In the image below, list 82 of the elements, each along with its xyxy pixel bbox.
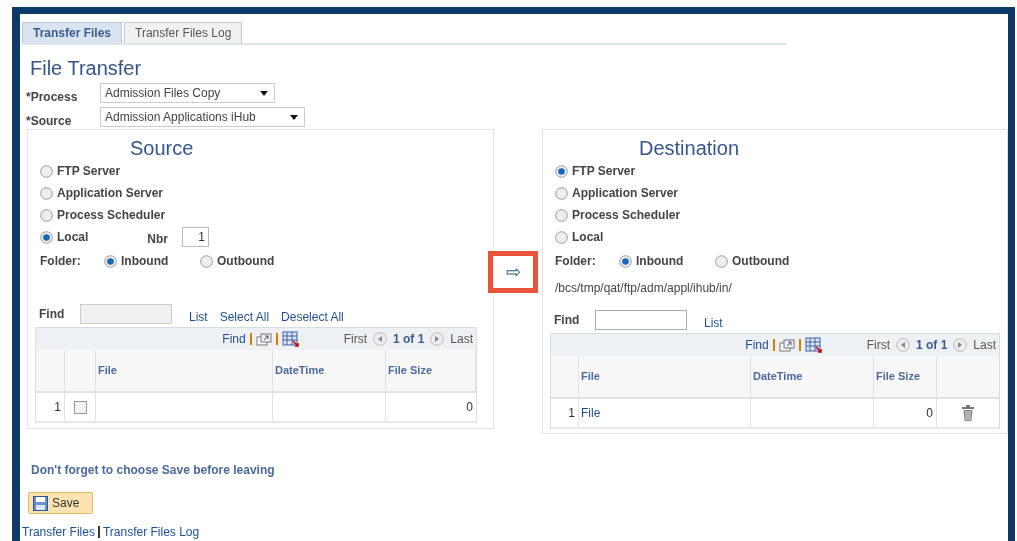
radio-button[interactable] xyxy=(40,230,53,244)
radio-label: Outbound xyxy=(732,253,790,270)
radio-label: FTP Server xyxy=(572,163,636,180)
link[interactable]: Transfer Files xyxy=(22,523,95,541)
folder-path: /bcs/tmp/qat/ftp/adm/appl/ihub/in/ xyxy=(555,280,733,297)
link[interactable]: Deselect All xyxy=(281,308,344,326)
transfer-button[interactable]: ⇨ xyxy=(488,251,538,293)
link[interactable]: Transfer Files Log xyxy=(102,523,200,541)
radio-label: Process Scheduler xyxy=(572,207,681,224)
link[interactable]: Last xyxy=(450,330,473,348)
row-number: 1 xyxy=(54,399,61,416)
column-header: File xyxy=(581,369,600,385)
column-header: File Size xyxy=(388,363,433,379)
field-label: Folder: xyxy=(555,253,597,270)
field-label: Folder: xyxy=(40,253,82,270)
radio-button[interactable] xyxy=(555,208,568,222)
radio-button[interactable] xyxy=(619,254,632,268)
column-header: File Size xyxy=(876,369,921,385)
radio-button[interactable] xyxy=(40,164,53,178)
radio-label: Inbound xyxy=(121,253,169,270)
field-label: *Source xyxy=(26,113,73,130)
link[interactable]: List xyxy=(704,314,723,332)
radio-label: Process Scheduler xyxy=(57,207,166,224)
trash-icon[interactable] xyxy=(962,405,974,421)
radio-button[interactable] xyxy=(555,164,568,178)
link[interactable]: Last xyxy=(973,336,996,354)
save-button[interactable]: Save xyxy=(28,492,93,514)
link[interactable]: Select All xyxy=(219,308,270,326)
column-header: DateTime xyxy=(275,363,325,379)
dropdown[interactable]: Admission Files Copy xyxy=(100,83,275,103)
link[interactable]: List xyxy=(189,308,208,326)
dropdown[interactable]: Admission Applications iHub xyxy=(100,107,305,127)
number-field[interactable]: 1 xyxy=(182,227,209,247)
radio-label: FTP Server xyxy=(57,163,121,180)
previous-icon[interactable] xyxy=(895,338,910,352)
radio-button[interactable] xyxy=(555,230,568,244)
radio-button[interactable] xyxy=(555,186,568,200)
tab[interactable]: Transfer Files xyxy=(22,22,123,43)
radio-button[interactable] xyxy=(715,254,728,268)
reminder-message: Don't forget to choose Save before leaving xyxy=(31,462,276,479)
field-label: *Process xyxy=(26,89,79,106)
radio-label: Application Server xyxy=(572,185,679,202)
field-label: Find xyxy=(554,312,581,329)
checkbox[interactable] xyxy=(73,400,87,414)
page-title: File Transfer xyxy=(30,57,143,79)
radio-button[interactable] xyxy=(104,254,117,268)
field-label: Find xyxy=(39,306,66,323)
link[interactable]: Find xyxy=(745,336,769,354)
radio-label: Local xyxy=(572,229,604,246)
caret-icon[interactable] xyxy=(290,114,298,120)
radio-button[interactable] xyxy=(200,254,213,268)
radio-label: Application Server xyxy=(57,185,164,202)
tab[interactable]: Transfer Files Log xyxy=(124,22,243,43)
table-cell-text: 0 xyxy=(926,405,933,422)
search-field[interactable] xyxy=(595,310,687,330)
next-icon[interactable] xyxy=(430,332,445,346)
link[interactable]: First xyxy=(866,336,890,354)
radio-button[interactable] xyxy=(40,186,53,200)
previous-icon[interactable] xyxy=(372,332,387,346)
radio-label: Local xyxy=(57,229,89,246)
grid-icon[interactable] xyxy=(281,331,300,347)
panel-title: Destination xyxy=(639,137,741,159)
panel-title: Source xyxy=(130,137,195,159)
radio-label: Outbound xyxy=(217,253,275,270)
field-label: Nbr xyxy=(147,231,168,248)
table-cell-text: 0 xyxy=(466,399,473,416)
row-number: 1 xyxy=(568,405,575,422)
new-window-icon[interactable] xyxy=(255,332,272,346)
grid-icon[interactable] xyxy=(804,337,823,353)
page-count: 1 of 1 xyxy=(392,331,425,348)
caret-icon[interactable] xyxy=(260,90,268,96)
link[interactable]: First xyxy=(343,330,367,348)
link[interactable]: Find xyxy=(222,330,246,348)
page-count: 1 of 1 xyxy=(915,337,948,354)
column-header: DateTime xyxy=(753,369,803,385)
search-field[interactable] xyxy=(80,304,172,324)
new-window-icon[interactable] xyxy=(778,338,795,352)
radio-button[interactable] xyxy=(40,208,53,222)
next-icon[interactable] xyxy=(953,338,968,352)
radio-label: Inbound xyxy=(636,253,684,270)
file-link[interactable]: File xyxy=(581,404,601,422)
column-header: File xyxy=(98,363,117,379)
